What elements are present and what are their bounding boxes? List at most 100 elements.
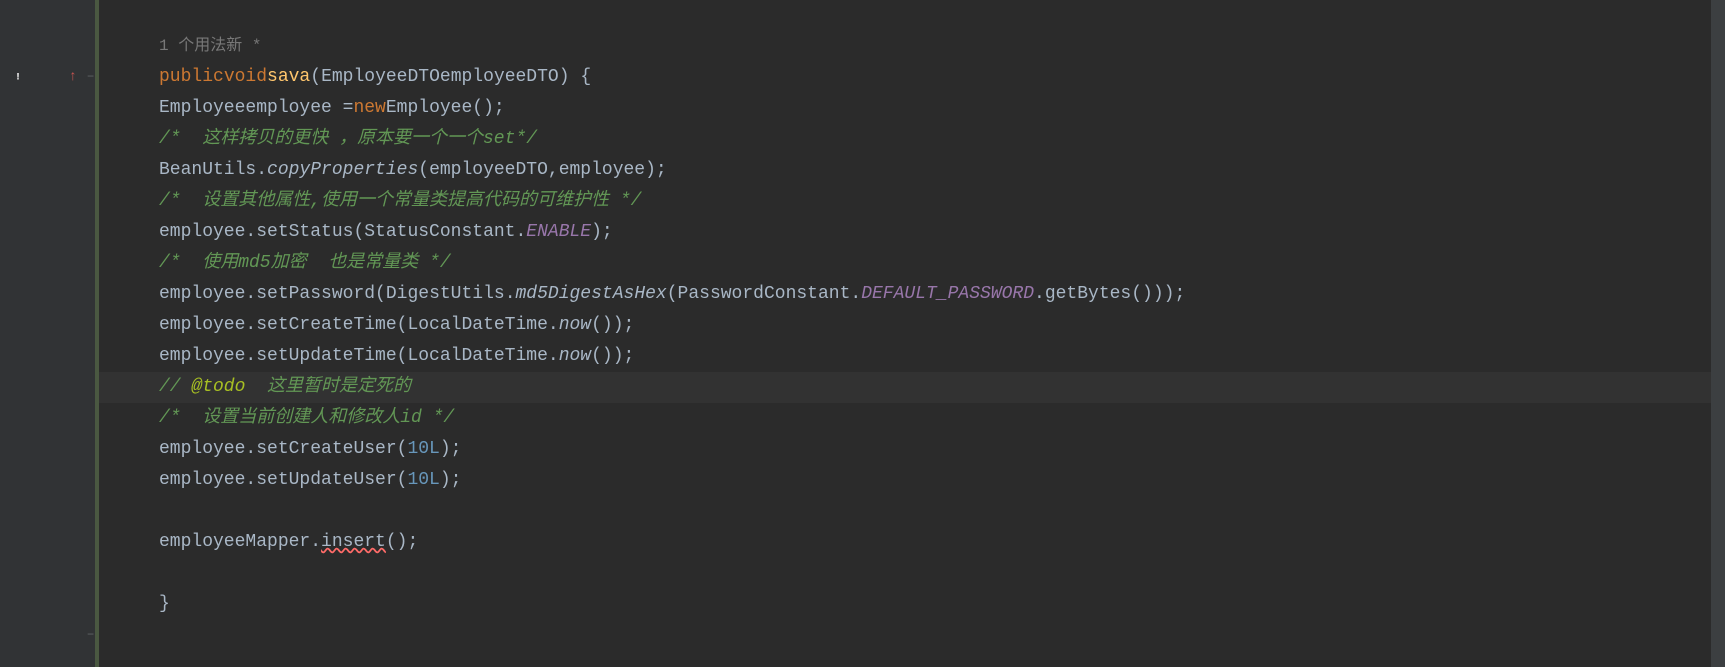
dot: . (310, 527, 321, 558)
dot: . (505, 279, 516, 310)
method-call: .setUpdateTime( (245, 341, 407, 372)
stmt-end: ()); (591, 310, 634, 341)
constant-ref: ENABLE (526, 217, 591, 248)
code-line[interactable] (99, 0, 1711, 31)
obj-ref: employee (159, 279, 245, 310)
code-line[interactable]: /* 设置其他属性,使用一个常量类提高代码的可维护性 */ (99, 186, 1711, 217)
code-line[interactable]: employee.setUpdateTime(LocalDateTime.now… (99, 341, 1711, 372)
code-line[interactable]: employee.setPassword(DigestUtils.md5Dige… (99, 279, 1711, 310)
method-call: .setPassword( (245, 279, 385, 310)
method-call: .setCreateUser( (245, 434, 407, 465)
code-line[interactable]: employeeMapper.insert(); (99, 527, 1711, 558)
gutter-line (0, 217, 95, 248)
dot: . (515, 217, 526, 248)
gutter-line (0, 527, 95, 558)
static-method: md5DigestAsHex (516, 279, 667, 310)
paren-open: ( (667, 279, 678, 310)
stmt-end: ); (440, 465, 462, 496)
method-call: .setStatus( (245, 217, 364, 248)
var-name: employee (245, 93, 331, 124)
code-line[interactable]: BeanUtils.copyProperties(employeeDTO,emp… (99, 155, 1711, 186)
gutter-line (0, 0, 95, 31)
gutter-line: ↑ (0, 62, 95, 93)
code-line[interactable]: employee.setCreateUser(10L); (99, 434, 1711, 465)
gutter-line (0, 186, 95, 217)
code-line[interactable] (99, 558, 1711, 589)
gutter-line (0, 589, 95, 620)
gutter-line (0, 124, 95, 155)
obj-ref: employee (159, 465, 245, 496)
method-call: .setUpdateUser( (245, 465, 407, 496)
class-ref: DigestUtils (386, 279, 505, 310)
gutter-line (0, 93, 95, 124)
block-comment: /* 使用md5加密 也是常量类 */ (159, 248, 451, 279)
number-literal: 10L (407, 465, 439, 496)
method-chain: .getBytes())); (1034, 279, 1185, 310)
stmt-end: ); (440, 434, 462, 465)
code-line[interactable]: employee.setCreateTime(LocalDateTime.now… (99, 310, 1711, 341)
fold-marker-icon[interactable]: − (87, 62, 1709, 93)
code-editor: ↑ 1 个用法 新 * public void sava(EmployeeDTO… (0, 0, 1725, 667)
gutter-line (0, 496, 95, 527)
ctor: Employee (386, 93, 472, 124)
fold-marker-icon[interactable]: − (87, 620, 1709, 651)
number-literal: 10L (407, 434, 439, 465)
gutter-line (0, 248, 95, 279)
usage-hint[interactable]: 1 个用法 (159, 31, 226, 62)
method-call: .setCreateTime( (245, 310, 407, 341)
gutter-line (0, 465, 95, 496)
gutter-line (0, 403, 95, 434)
class-ref: LocalDateTime (407, 341, 547, 372)
static-method: now (559, 341, 591, 372)
method-error: insert (321, 527, 386, 558)
obj-ref: employee (159, 341, 245, 372)
obj-ref: employee (159, 434, 245, 465)
static-method: now (559, 310, 591, 341)
stmt-end: ()); (591, 341, 634, 372)
code-line[interactable]: /* 这样拷贝的更快 ，原本要一个一个set*/ (99, 124, 1711, 155)
gutter-line (0, 434, 95, 465)
block-comment: /* 这样拷贝的更快 ，原本要一个一个set*/ (159, 124, 537, 155)
brace-close: } (159, 589, 170, 620)
code-line-current[interactable]: // @todo 这里暂时是定死的 (99, 372, 1711, 403)
eq: = (332, 93, 354, 124)
class-ref: BeanUtils (159, 155, 256, 186)
dot: . (850, 279, 861, 310)
code-line[interactable]: /* 设置当前创建人和修改人id */ (99, 403, 1711, 434)
code-area[interactable]: 1 个用法 新 * public void sava(EmployeeDTO e… (95, 0, 1711, 667)
dot: . (548, 341, 559, 372)
code-line[interactable]: employee.setStatus(StatusConstant.ENABLE… (99, 217, 1711, 248)
args: (employeeDTO,employee); (418, 155, 666, 186)
gutter-line (0, 155, 95, 186)
gutter-line (0, 341, 95, 372)
obj-ref: employeeMapper (159, 527, 310, 558)
gutter-line (0, 372, 95, 403)
constant-ref: DEFAULT_PASSWORD (861, 279, 1034, 310)
stmt-end: (); (386, 527, 418, 558)
gutter-line (0, 279, 95, 310)
scrollbar[interactable] (1711, 0, 1725, 667)
var-type: Employee (159, 93, 245, 124)
obj-ref: employee (159, 217, 245, 248)
new-hint[interactable]: 新 * (226, 31, 261, 62)
class-ref: StatusConstant (364, 217, 515, 248)
block-comment: /* 设置当前创建人和修改人id */ (159, 403, 454, 434)
code-line[interactable] (99, 496, 1711, 527)
inlay-hint-line[interactable]: 1 个用法 新 * (99, 31, 1711, 62)
stmt-end: (); (472, 93, 504, 124)
editor-gutter: ↑ (0, 0, 95, 667)
code-line[interactable]: employee.setUpdateUser(10L); (99, 465, 1711, 496)
class-ref: PasswordConstant (678, 279, 851, 310)
obj-ref: employee (159, 310, 245, 341)
dot: . (548, 310, 559, 341)
arrow-up-icon: ↑ (69, 62, 77, 93)
block-comment: /* 设置其他属性,使用一个常量类提高代码的可维护性 */ (159, 186, 641, 217)
todo-tag: @todo (191, 377, 245, 397)
static-method: copyProperties (267, 155, 418, 186)
dot: . (256, 155, 267, 186)
code-line[interactable]: } (99, 589, 1711, 620)
code-line[interactable]: Employee employee =new Employee(); (99, 93, 1711, 124)
stmt-end: ); (591, 217, 613, 248)
gutter-line (0, 558, 95, 589)
code-line[interactable]: /* 使用md5加密 也是常量类 */ (99, 248, 1711, 279)
